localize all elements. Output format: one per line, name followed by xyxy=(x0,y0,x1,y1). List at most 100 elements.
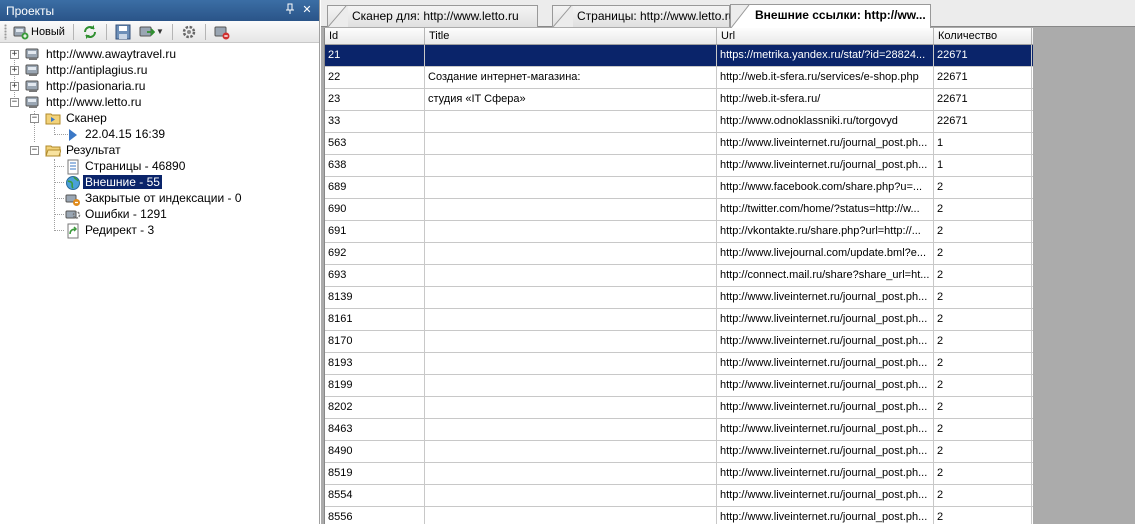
table-row[interactable]: 33 http://www.odnoklassniki.ru/torgovyd 22… xyxy=(325,111,1033,133)
cell-id[interactable]: 33 xyxy=(325,111,425,132)
table-row[interactable]: 8161 http://www.liveinternet.ru/journal_p… xyxy=(325,309,1033,331)
table-row[interactable]: 8199 http://www.liveinternet.ru/journal_p… xyxy=(325,375,1033,397)
cell-count[interactable]: 2 xyxy=(934,331,1032,352)
cell-title[interactable] xyxy=(425,507,717,524)
cell-title[interactable] xyxy=(425,375,717,396)
cell-count[interactable]: 1 xyxy=(934,133,1032,154)
cell-title[interactable] xyxy=(425,331,717,352)
cell-url[interactable]: http://www.liveinternet.ru/journal_post.… xyxy=(717,485,934,506)
cell-url[interactable]: http://www.facebook.com/share.php?u=... xyxy=(717,177,934,198)
cell-title[interactable] xyxy=(425,199,717,220)
cell-id[interactable]: 8490 xyxy=(325,441,425,462)
cell-id[interactable]: 8554 xyxy=(325,485,425,506)
cell-url[interactable]: http://www.liveinternet.ru/journal_post.… xyxy=(717,331,934,352)
table-row[interactable]: 690 http://twitter.com/home/?status=http:… xyxy=(325,199,1033,221)
cell-url[interactable]: http://www.livejournal.com/update.bml?e.… xyxy=(717,243,934,264)
cell-url[interactable]: http://www.liveinternet.ru/journal_post.… xyxy=(717,463,934,484)
tab-external-links[interactable]: Внешние ссылки: http://ww... xyxy=(730,4,931,28)
table-row[interactable]: 8490 http://www.liveinternet.ru/journal_p… xyxy=(325,441,1033,463)
cell-id[interactable]: 21 xyxy=(325,45,425,66)
cell-url[interactable]: http://www.liveinternet.ru/journal_post.… xyxy=(717,133,934,154)
cell-count[interactable]: 2 xyxy=(934,441,1032,462)
cell-id[interactable]: 638 xyxy=(325,155,425,176)
cell-url[interactable]: http://vkontakte.ru/share.php?url=http:/… xyxy=(717,221,934,242)
cell-count[interactable]: 2 xyxy=(934,397,1032,418)
cell-url[interactable]: http://connect.mail.ru/share?share_url=h… xyxy=(717,265,934,286)
cell-url[interactable]: http://www.liveinternet.ru/journal_post.… xyxy=(717,287,934,308)
cell-count[interactable]: 22671 xyxy=(934,45,1032,66)
cell-title[interactable]: Создание интернет-магазина: xyxy=(425,67,717,88)
cell-id[interactable]: 692 xyxy=(325,243,425,264)
table-row[interactable]: 8139 http://www.liveinternet.ru/journal_p… xyxy=(325,287,1033,309)
settings-button[interactable] xyxy=(179,23,199,41)
cell-id[interactable]: 8193 xyxy=(325,353,425,374)
result-item-label[interactable]: Страницы - 46890 xyxy=(83,159,187,173)
cell-id[interactable]: 8199 xyxy=(325,375,425,396)
cell-url[interactable]: http://www.liveinternet.ru/journal_post.… xyxy=(717,353,934,374)
table-row[interactable]: 8193 http://www.liveinternet.ru/journal_p… xyxy=(325,353,1033,375)
tab-scanner[interactable]: Сканер для: http://www.letto.ru xyxy=(327,5,538,27)
cell-id[interactable]: 691 xyxy=(325,221,425,242)
result-item-label[interactable]: Редирект - 3 xyxy=(83,223,156,237)
cell-count[interactable]: 1 xyxy=(934,155,1032,176)
cell-title[interactable] xyxy=(425,397,717,418)
cell-title[interactable] xyxy=(425,133,717,154)
table-row[interactable]: 638 http://www.liveinternet.ru/journal_po… xyxy=(325,155,1033,177)
cell-count[interactable]: 2 xyxy=(934,309,1032,330)
cell-url[interactable]: https://metrika.yandex.ru/stat/?id=28824… xyxy=(717,45,934,66)
result-item-label[interactable]: Внешние - 55 xyxy=(83,175,162,189)
project-label[interactable]: http://pasionaria.ru xyxy=(44,79,147,93)
collapse-icon[interactable]: − xyxy=(30,146,39,155)
cell-id[interactable]: 23 xyxy=(325,89,425,110)
scanner-label[interactable]: Сканер xyxy=(64,111,109,125)
cell-title[interactable] xyxy=(425,441,717,462)
collapse-icon[interactable]: − xyxy=(10,98,19,107)
chevron-down-icon[interactable]: ▼ xyxy=(156,27,164,36)
table-row[interactable]: 8554 http://www.liveinternet.ru/journal_p… xyxy=(325,485,1033,507)
cell-id[interactable]: 22 xyxy=(325,67,425,88)
cell-url[interactable]: http://www.liveinternet.ru/journal_post.… xyxy=(717,155,934,176)
cell-url[interactable]: http://www.liveinternet.ru/journal_post.… xyxy=(717,375,934,396)
project-label[interactable]: http://antiplagius.ru xyxy=(44,63,149,77)
cell-title[interactable] xyxy=(425,221,717,242)
cell-count[interactable]: 2 xyxy=(934,177,1032,198)
project-label[interactable]: http://www.awaytravel.ru xyxy=(44,47,178,61)
cell-id[interactable]: 8170 xyxy=(325,331,425,352)
table-row[interactable]: 8556 http://www.liveinternet.ru/journal_p… xyxy=(325,507,1033,524)
column-header-title[interactable]: Title xyxy=(425,28,717,44)
new-project-button[interactable]: Новый xyxy=(11,23,67,41)
table-row[interactable]: 8170 http://www.liveinternet.ru/journal_p… xyxy=(325,331,1033,353)
cell-id[interactable]: 8556 xyxy=(325,507,425,524)
cell-title[interactable] xyxy=(425,177,717,198)
column-header-count[interactable]: Количество xyxy=(934,28,1032,44)
cell-count[interactable]: 2 xyxy=(934,375,1032,396)
cell-url[interactable]: http://www.odnoklassniki.ru/torgovyd xyxy=(717,111,934,132)
table-row[interactable]: 689 http://www.facebook.com/share.php?u=.… xyxy=(325,177,1033,199)
refresh-button[interactable] xyxy=(80,23,100,41)
project-label[interactable]: http://www.letto.ru xyxy=(44,95,143,109)
cell-count[interactable]: 2 xyxy=(934,243,1032,264)
cell-id[interactable]: 8519 xyxy=(325,463,425,484)
cell-title[interactable] xyxy=(425,155,717,176)
cell-url[interactable]: http://www.liveinternet.ru/journal_post.… xyxy=(717,419,934,440)
result-label[interactable]: Результат xyxy=(64,143,123,157)
cell-url[interactable]: http://web.it-sfera.ru/ xyxy=(717,89,934,110)
cell-title[interactable] xyxy=(425,419,717,440)
cell-count[interactable]: 22671 xyxy=(934,89,1032,110)
cell-title[interactable] xyxy=(425,309,717,330)
table-row[interactable]: 23 студия «IT Сфера» http://web.it-sfera.r… xyxy=(325,89,1033,111)
cell-url[interactable]: http://www.liveinternet.ru/journal_post.… xyxy=(717,397,934,418)
cell-count[interactable]: 2 xyxy=(934,419,1032,440)
cell-count[interactable]: 2 xyxy=(934,287,1032,308)
table-row[interactable]: 21 https://metrika.yandex.ru/stat/?id=288… xyxy=(325,45,1033,67)
cell-title[interactable] xyxy=(425,243,717,264)
scan-session-label[interactable]: 22.04.15 16:39 xyxy=(83,127,167,141)
cell-count[interactable]: 2 xyxy=(934,485,1032,506)
export-button[interactable]: ▼ xyxy=(137,23,166,41)
cell-url[interactable]: http://twitter.com/home/?status=http://w… xyxy=(717,199,934,220)
cell-id[interactable]: 690 xyxy=(325,199,425,220)
table-row[interactable]: 693 http://connect.mail.ru/share?share_ur… xyxy=(325,265,1033,287)
close-icon[interactable]: ✕ xyxy=(300,3,314,17)
cell-id[interactable]: 689 xyxy=(325,177,425,198)
cell-count[interactable]: 2 xyxy=(934,463,1032,484)
